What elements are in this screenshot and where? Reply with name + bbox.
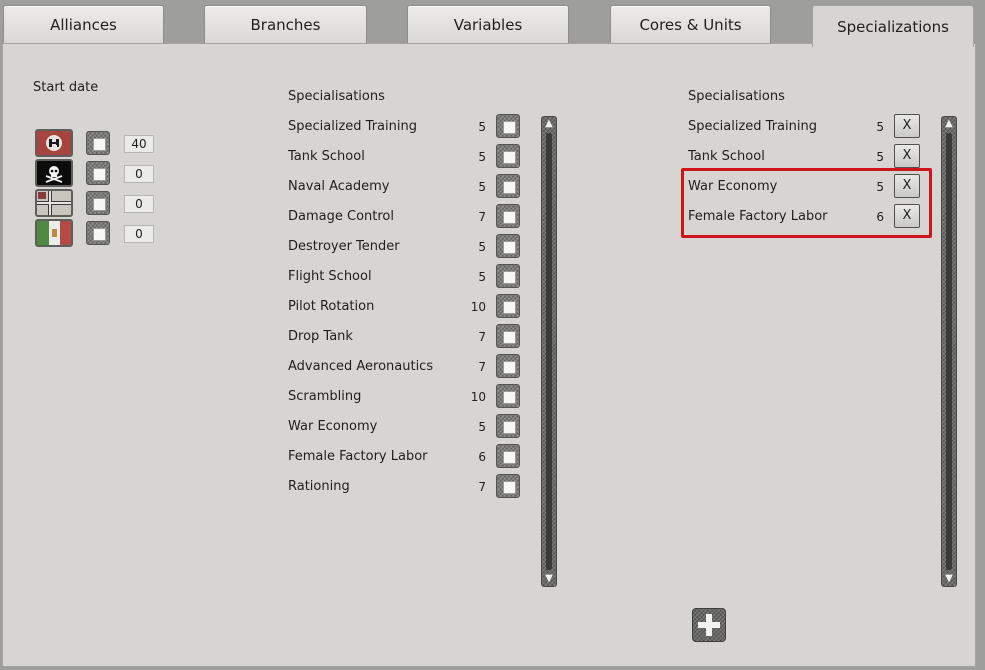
specialisation-cost: 7 xyxy=(478,210,486,224)
tab-label: Cores & Units xyxy=(639,15,742,34)
scroll-down-icon[interactable]: ▼ xyxy=(543,573,555,585)
specialisation-checkbox[interactable] xyxy=(496,174,520,198)
specializations-panel: Start date 40 0 0 0 Specialisations Spec… xyxy=(2,43,976,667)
start-date-checkbox[interactable] xyxy=(86,191,110,215)
specialisation-name: War Economy xyxy=(288,419,378,434)
tab-branches[interactable]: Branches xyxy=(204,5,367,43)
specialisation-cost: 5 xyxy=(478,270,486,284)
tab-specializations[interactable]: Specializations xyxy=(812,5,974,47)
specialisation-cost: 6 xyxy=(478,450,486,464)
specialisation-name: Scrambling xyxy=(288,389,362,404)
specialisation-name: Specialized Training xyxy=(688,119,817,134)
specialisation-name: Advanced Aeronautics xyxy=(288,359,434,374)
selected-specialisations-header: Specialisations xyxy=(688,89,785,104)
tab-label: Branches xyxy=(250,15,321,34)
specialisation-cost: 5 xyxy=(876,150,884,164)
specialisation-name: Tank School xyxy=(688,149,765,164)
start-date-value-input[interactable]: 0 xyxy=(124,225,154,243)
remove-specialisation-button[interactable]: X xyxy=(894,114,920,138)
tab-alliances[interactable]: Alliances xyxy=(3,5,164,43)
specialisation-cost: 7 xyxy=(478,330,486,344)
specialisation-checkbox[interactable] xyxy=(496,474,520,498)
specialisation-cost: 5 xyxy=(876,120,884,134)
tab-label: Alliances xyxy=(50,15,117,34)
start-date-checkbox[interactable] xyxy=(86,161,110,185)
specialisation-name: Naval Academy xyxy=(288,179,390,194)
specialisation-checkbox[interactable] xyxy=(496,384,520,408)
scrollbar-track[interactable] xyxy=(946,133,952,570)
specialisation-name: Specialized Training xyxy=(288,119,417,134)
specialisation-checkbox[interactable] xyxy=(496,144,520,168)
specialisation-checkbox[interactable] xyxy=(496,414,520,438)
specialisation-name: Drop Tank xyxy=(288,329,353,344)
add-specialization-button[interactable] xyxy=(692,608,726,642)
specialisation-name: Pilot Rotation xyxy=(288,299,375,314)
cross-flag-icon[interactable] xyxy=(35,189,73,217)
scroll-up-icon[interactable]: ▲ xyxy=(943,118,955,130)
specialisation-name: Flight School xyxy=(288,269,372,284)
remove-specialisation-button[interactable]: X xyxy=(894,144,920,168)
available-list-scrollbar[interactable]: ▲ ▼ xyxy=(541,116,557,587)
tab-variables[interactable]: Variables xyxy=(407,5,569,43)
selected-list-scrollbar[interactable]: ▲ ▼ xyxy=(941,116,957,587)
scroll-up-icon[interactable]: ▲ xyxy=(543,118,555,130)
specialisation-cost: 7 xyxy=(478,480,486,494)
specialisation-checkbox[interactable] xyxy=(496,354,520,378)
highlight-box xyxy=(681,168,932,238)
specialisation-cost: 5 xyxy=(478,180,486,194)
specialisation-name: Damage Control xyxy=(288,209,394,224)
specialisation-checkbox[interactable] xyxy=(496,264,520,288)
germany-flag-icon[interactable] xyxy=(35,129,73,157)
specialisation-name: Rationing xyxy=(288,479,350,494)
start-date-value-input[interactable]: 0 xyxy=(124,165,154,183)
specialisation-cost: 5 xyxy=(478,120,486,134)
specialisation-checkbox[interactable] xyxy=(496,234,520,258)
italy-flag-icon[interactable] xyxy=(35,219,73,247)
specialisation-name: Female Factory Labor xyxy=(288,449,428,464)
specialisation-cost: 5 xyxy=(478,150,486,164)
tab-cores-units[interactable]: Cores & Units xyxy=(610,5,771,43)
specialisation-checkbox[interactable] xyxy=(496,444,520,468)
specialisation-cost: 7 xyxy=(478,360,486,374)
scroll-down-icon[interactable]: ▼ xyxy=(943,573,955,585)
specialisation-cost: 10 xyxy=(470,300,486,314)
start-date-value-input[interactable]: 40 xyxy=(124,135,154,153)
tab-label: Specializations xyxy=(837,17,949,36)
tab-label: Variables xyxy=(453,15,523,34)
specialisation-name: Tank School xyxy=(288,149,365,164)
specialisation-cost: 5 xyxy=(478,240,486,254)
specialisation-cost: 5 xyxy=(478,420,486,434)
specialisation-checkbox[interactable] xyxy=(496,114,520,138)
plus-icon xyxy=(698,614,720,636)
start-date-value-input[interactable]: 0 xyxy=(124,195,154,213)
specialisation-checkbox[interactable] xyxy=(496,204,520,228)
specialisation-cost: 10 xyxy=(470,390,486,404)
start-date-label: Start date xyxy=(33,80,99,95)
start-date-checkbox[interactable] xyxy=(86,131,110,155)
specialisation-checkbox[interactable] xyxy=(496,324,520,348)
start-date-checkbox[interactable] xyxy=(86,221,110,245)
scrollbar-track[interactable] xyxy=(546,133,552,570)
available-specialisations-header: Specialisations xyxy=(288,89,385,104)
skull-flag-icon[interactable] xyxy=(35,159,73,187)
specialisation-checkbox[interactable] xyxy=(496,294,520,318)
specialisation-name: Destroyer Tender xyxy=(288,239,400,254)
